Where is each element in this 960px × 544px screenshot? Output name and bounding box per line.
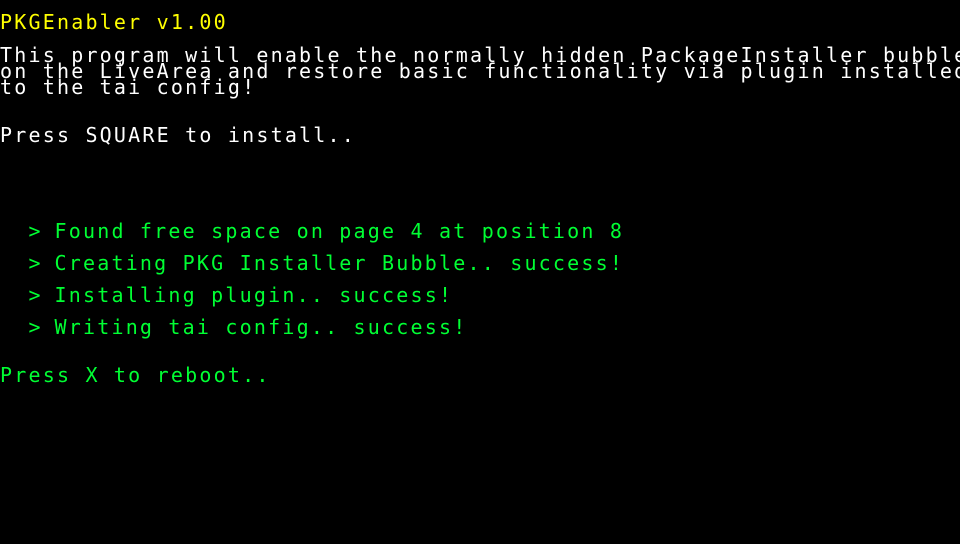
intro-line-3: to the tai config! (0, 75, 257, 99)
chevron-right-icon: > (28, 315, 41, 339)
log-text: Writing tai config.. success! (54, 315, 468, 339)
reboot-prompt: Press X to reboot.. (0, 363, 271, 387)
chevron-right-icon: > (28, 283, 41, 307)
chevron-right-icon: > (28, 251, 41, 275)
chevron-right-icon: > (28, 219, 41, 243)
log-line: > Found free space on page 4 at position … (0, 207, 624, 243)
log-line: > Installing plugin.. success! (0, 271, 453, 307)
app-title: PKGEnabler v1.00 (0, 10, 228, 34)
console-screen: { "app": { "title": "PKGEnabler v1.00" }… (0, 0, 960, 544)
log-line: > Creating PKG Installer Bubble.. success… (0, 239, 624, 275)
install-prompt: Press SQUARE to install.. (0, 123, 357, 147)
log-line: > Writing tai config.. success! (0, 303, 467, 339)
